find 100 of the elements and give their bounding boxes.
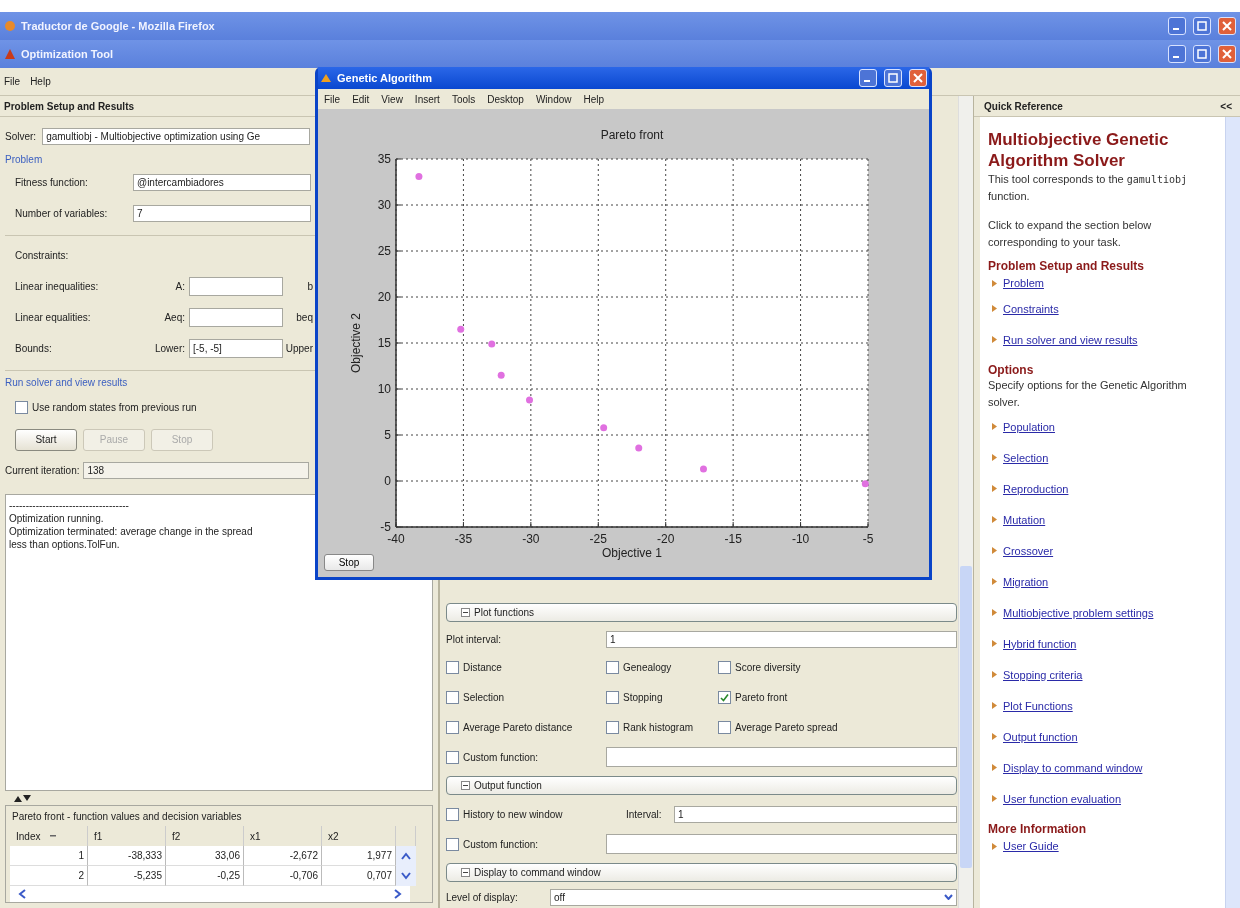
checkbox[interactable] (446, 720, 459, 734)
checkbox[interactable] (718, 660, 731, 674)
help-link[interactable]: Multiobjective problem settings (1003, 606, 1154, 619)
checkbox-label: Genealogy (623, 661, 672, 673)
field-label: Plot interval: (446, 633, 503, 645)
close-button[interactable] (1218, 45, 1236, 63)
triangle-icon (992, 305, 997, 312)
menu-item[interactable]: Edit (352, 93, 370, 105)
collapse-icon[interactable] (461, 868, 470, 877)
scroll-down-icon[interactable] (401, 872, 411, 880)
close-icon[interactable] (1222, 49, 1232, 59)
minimize-button[interactable] (1168, 17, 1186, 35)
menu-item[interactable]: Help (583, 93, 605, 105)
table-cell: -0,25 (217, 870, 240, 881)
maximize-icon[interactable] (1197, 49, 1207, 59)
input-field[interactable]: 1 (674, 805, 957, 823)
help-link[interactable]: Crossover (1003, 544, 1054, 557)
scrollbar[interactable] (958, 96, 973, 908)
help-link[interactable]: Reproduction (1003, 482, 1069, 495)
input-field[interactable]: 7 (133, 205, 311, 222)
checkbox[interactable] (606, 690, 619, 704)
close-icon[interactable] (913, 73, 923, 83)
checkbox[interactable] (446, 750, 459, 764)
menu-item[interactable]: Insert (414, 93, 440, 105)
input-field[interactable]: @intercambiadores (133, 174, 311, 191)
checkbox[interactable] (446, 690, 459, 704)
solver-dropdown[interactable]: gamultiobj - Multiobjective optimization using Ge (42, 128, 311, 145)
menu-item[interactable]: Help (30, 76, 51, 87)
input-field[interactable]: [-5, -5] (189, 339, 283, 358)
maximize-button[interactable] (884, 69, 902, 87)
section-header[interactable]: Plot functions (446, 603, 957, 622)
scroll-left-icon[interactable] (18, 889, 26, 899)
input-field[interactable] (606, 747, 957, 767)
resize-arrows-icon[interactable] (14, 794, 32, 802)
menu-item[interactable]: File (4, 76, 21, 87)
close-icon[interactable] (1222, 21, 1232, 31)
section-header[interactable]: Output function (446, 776, 957, 795)
help-link[interactable]: Hybrid function (1003, 637, 1077, 650)
help-link[interactable]: Selection (1003, 451, 1049, 464)
help-link[interactable]: Mutation (1003, 513, 1046, 526)
minimize-button[interactable] (859, 69, 877, 87)
maximize-button[interactable] (1193, 17, 1211, 35)
help-link[interactable]: Output function (1003, 730, 1078, 743)
checkbox[interactable] (446, 807, 459, 821)
stop-button[interactable]: Stop (324, 554, 374, 571)
help-link[interactable]: Population (1003, 420, 1055, 433)
column-header[interactable]: x2 (328, 830, 339, 842)
collapse-icon[interactable] (461, 781, 470, 790)
column-header[interactable]: f2 (172, 830, 181, 842)
scroll-right-icon[interactable] (394, 889, 402, 899)
menu-item[interactable]: View (381, 93, 403, 105)
help-link[interactable]: Plot Functions (1003, 699, 1073, 712)
field-label: Solver: (5, 131, 37, 142)
input-field[interactable] (606, 834, 957, 854)
section-header[interactable]: Display to command window (446, 863, 957, 882)
help-link[interactable]: Run solver and view results (1003, 333, 1138, 346)
close-button[interactable] (909, 69, 927, 87)
maximize-button[interactable] (1193, 45, 1211, 63)
minimize-button[interactable] (1168, 45, 1186, 63)
maximize-icon[interactable] (888, 73, 898, 83)
help-link[interactable]: Stopping criteria (1003, 668, 1083, 681)
menu-item[interactable]: Tools (451, 93, 476, 105)
checkbox-label: Rank histogram (623, 721, 694, 733)
input-field[interactable]: 1 (606, 630, 957, 648)
data-point (488, 340, 496, 348)
data-point (861, 480, 869, 488)
menu-item[interactable]: Window (535, 93, 572, 105)
close-button[interactable] (1218, 17, 1236, 35)
triangle-icon (992, 795, 997, 802)
input-field[interactable] (189, 308, 283, 327)
checkbox[interactable] (15, 400, 28, 414)
help-heading: More Information (988, 822, 1087, 836)
level-dropdown[interactable]: off (550, 888, 957, 906)
collapse-button[interactable]: << (1220, 100, 1232, 112)
scrollbar[interactable] (1225, 117, 1240, 908)
help-link[interactable]: Problem (1003, 277, 1044, 289)
help-link[interactable]: Migration (1003, 575, 1049, 588)
help-link[interactable]: Display to command window (1003, 761, 1143, 774)
checkbox[interactable] (718, 690, 731, 704)
caret-icon[interactable] (944, 894, 953, 900)
menu-item[interactable]: File (324, 93, 341, 105)
checkbox[interactable] (606, 720, 619, 734)
checkbox[interactable] (446, 660, 459, 674)
input-field[interactable] (189, 277, 283, 296)
collapse-icon[interactable] (461, 608, 470, 617)
column-header[interactable]: Index (16, 830, 41, 842)
column-header[interactable]: x1 (250, 830, 261, 842)
help-link[interactable]: User Guide (1003, 840, 1059, 852)
scroll-up-icon[interactable] (401, 852, 411, 860)
tick-label: 35 (377, 152, 391, 166)
checkbox[interactable] (718, 720, 731, 734)
maximize-icon[interactable] (1197, 21, 1207, 31)
column-header[interactable]: f1 (94, 830, 103, 842)
start-button[interactable]: Start (15, 428, 77, 451)
help-link[interactable]: Constraints (1003, 302, 1059, 315)
tick-label: -5 (380, 520, 391, 534)
checkbox[interactable] (606, 660, 619, 674)
help-link[interactable]: User function evaluation (1003, 792, 1121, 805)
menu-item[interactable]: Desktop (487, 93, 524, 105)
checkbox[interactable] (446, 837, 459, 851)
